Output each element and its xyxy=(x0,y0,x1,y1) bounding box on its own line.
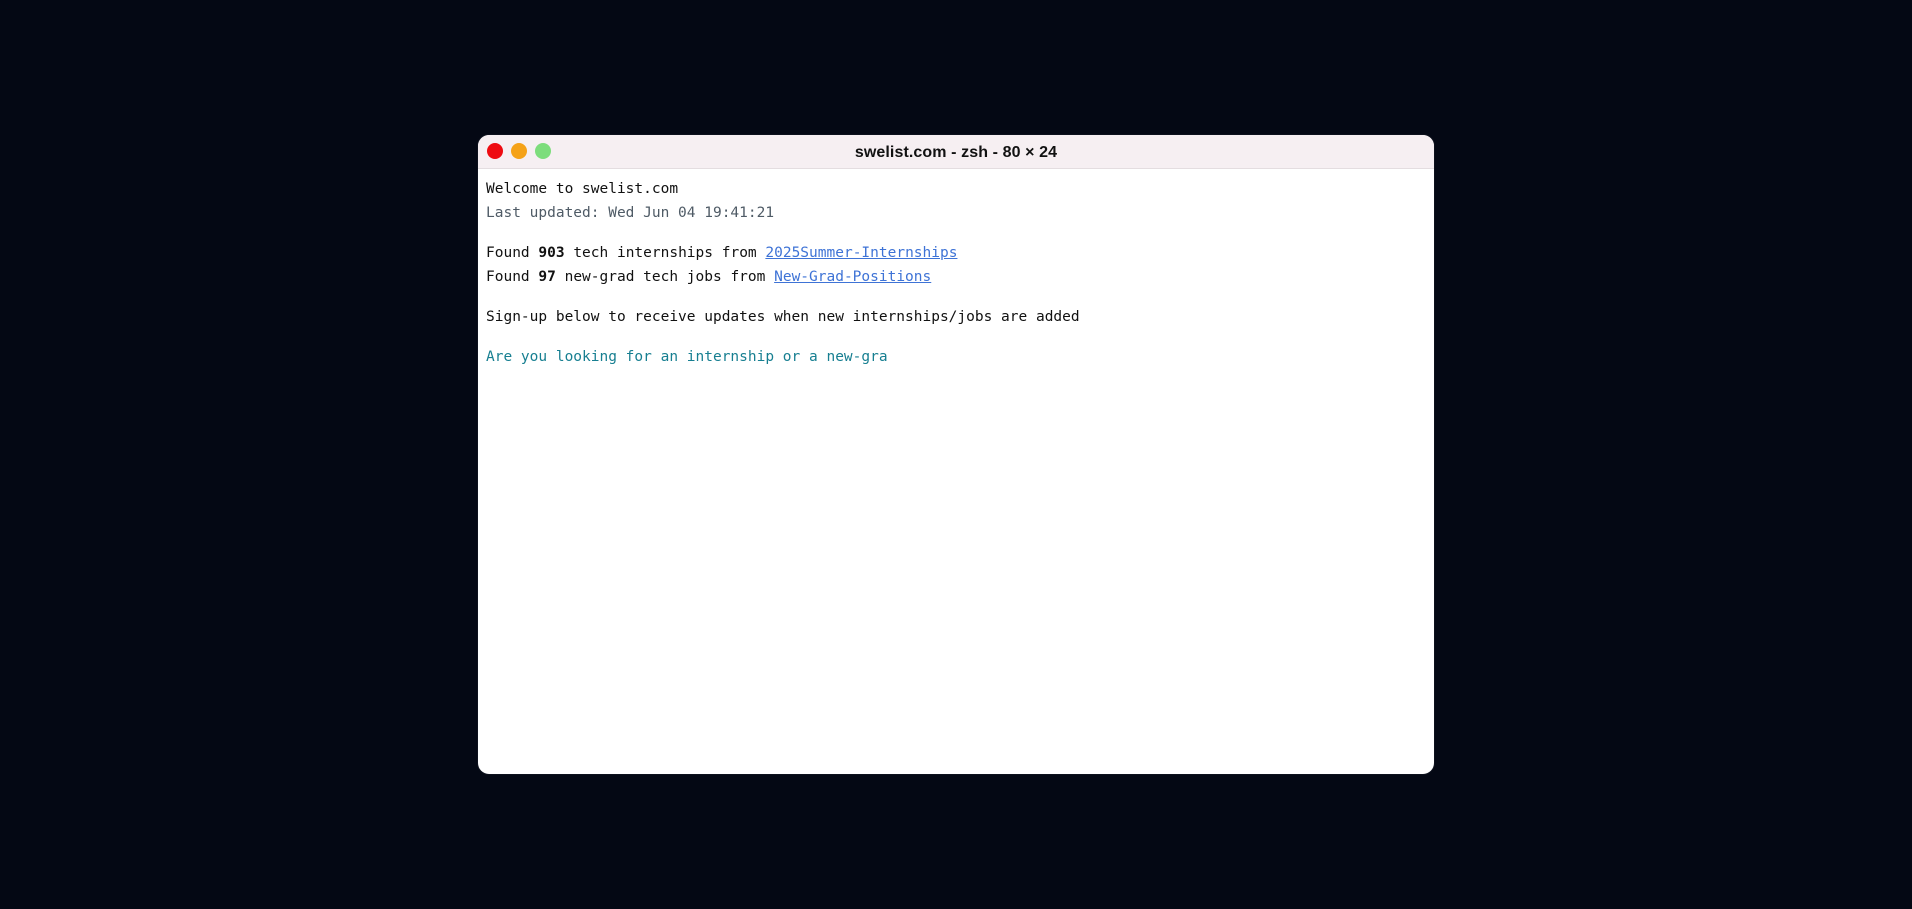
last-updated-line: Last updated: Wed Jun 04 19:41:21 xyxy=(486,205,775,221)
internships-prefix: Found xyxy=(486,245,539,261)
terminal-window: swelist.com - zsh - 80 × 24 Welcome to s… xyxy=(478,135,1434,774)
window-controls xyxy=(487,143,551,159)
signup-line: Sign-up below to receive updates when ne… xyxy=(486,309,1080,325)
internships-count: 903 xyxy=(538,245,565,261)
welcome-line: Welcome to swelist.com xyxy=(486,181,679,197)
minimize-button[interactable] xyxy=(511,143,527,159)
newgrad-link[interactable]: New-Grad-Positions xyxy=(774,269,931,285)
newgrad-prefix: Found xyxy=(486,269,539,285)
newgrad-count: 97 xyxy=(538,269,556,285)
newgrad-line: Found 97 new-grad tech jobs from New-Gra… xyxy=(486,265,1426,289)
window-title: swelist.com - zsh - 80 × 24 xyxy=(854,143,1058,161)
close-button[interactable] xyxy=(487,143,503,159)
newgrad-middle: new-grad tech jobs from xyxy=(555,269,775,285)
maximize-button[interactable] xyxy=(535,143,551,159)
internships-line: Found 903 tech internships from 2025Summ… xyxy=(486,241,1426,265)
title-bar[interactable]: swelist.com - zsh - 80 × 24 xyxy=(478,135,1434,169)
internships-middle: tech internships from xyxy=(564,245,766,261)
terminal-output[interactable]: Welcome to swelist.com Last updated: Wed… xyxy=(478,169,1434,377)
question-prompt: Are you looking for an internship or a n… xyxy=(486,349,888,365)
internships-link[interactable]: 2025Summer-Internships xyxy=(765,245,957,261)
